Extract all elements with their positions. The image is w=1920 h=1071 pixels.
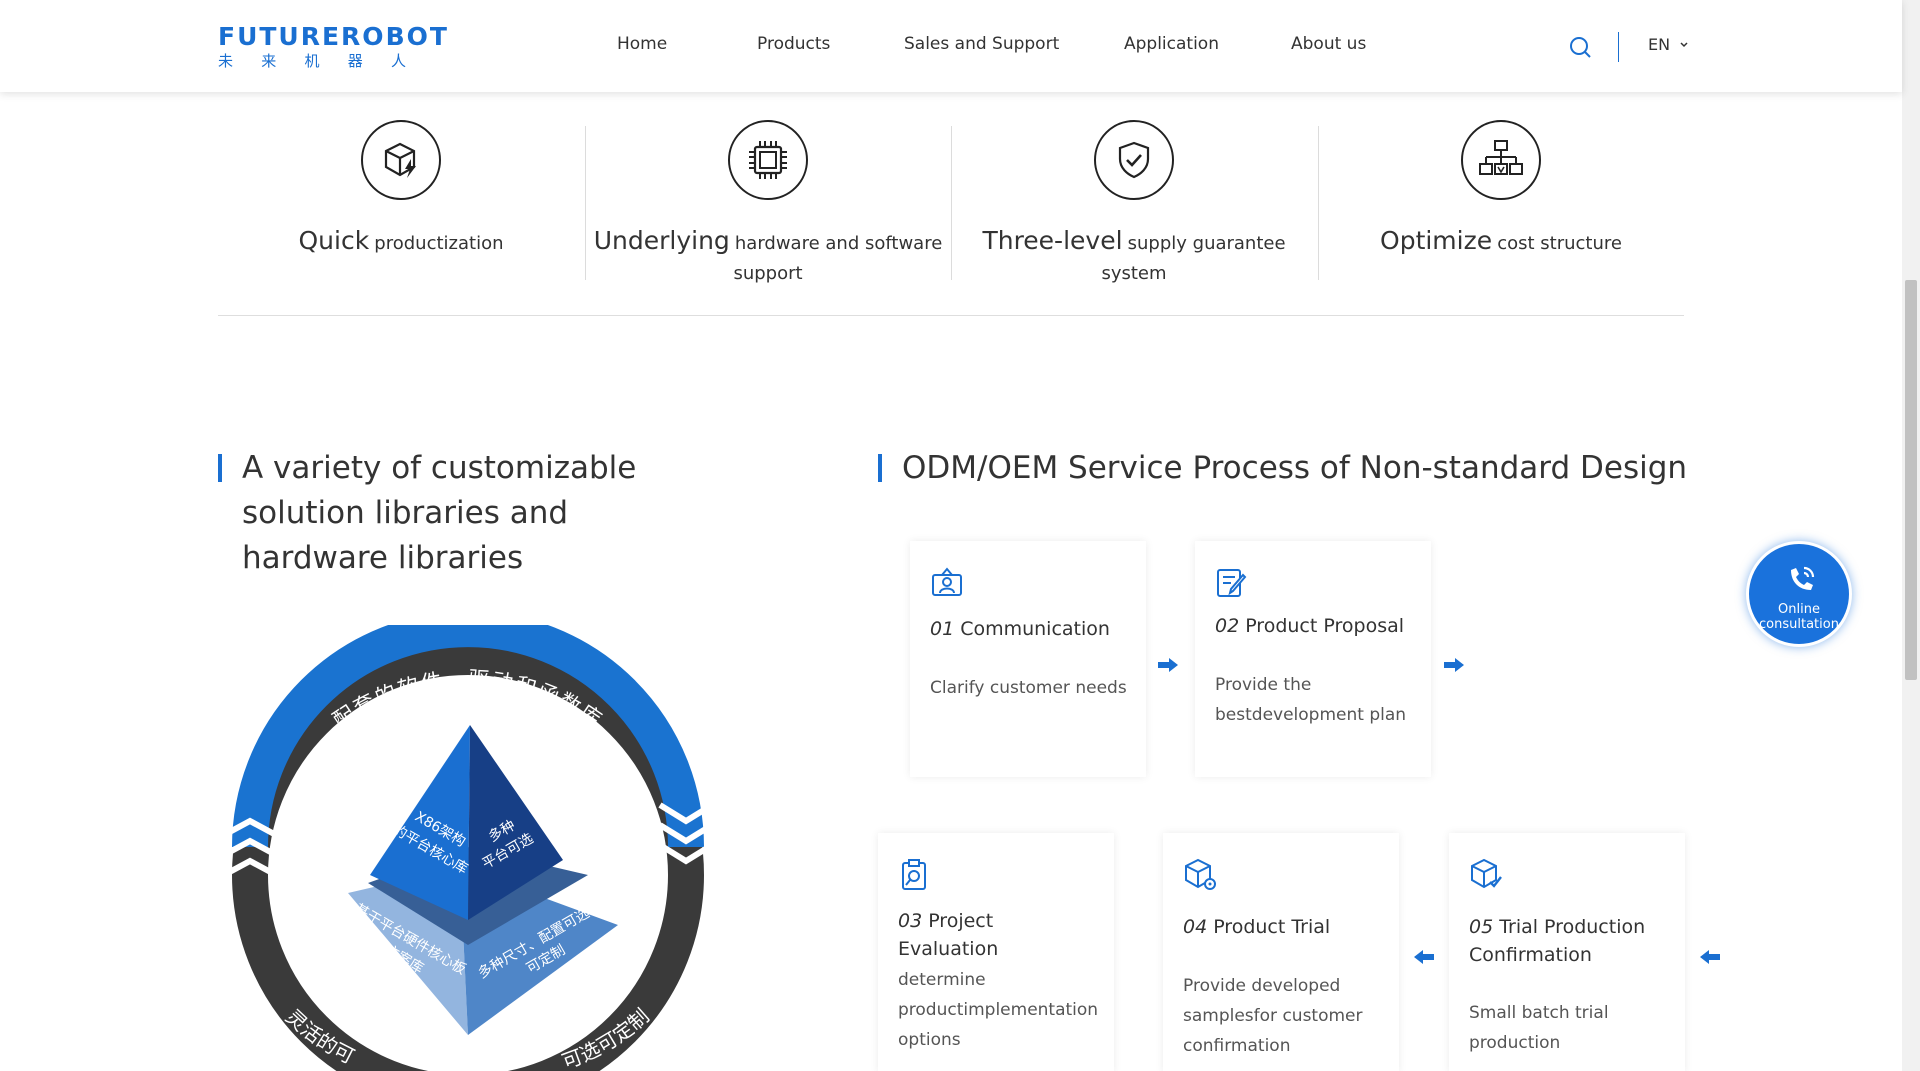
shield-check-icon [1094, 120, 1174, 200]
step-number: 02 [1215, 615, 1240, 637]
consult-label-line2: consultation [1759, 617, 1839, 632]
logo-cn-char: 未 [218, 52, 234, 70]
step-desc: Clarify customer needs [930, 678, 1127, 698]
arrow-right-icon [1158, 658, 1178, 672]
solution-library-diagram: 配套的软件、驱动和函数库 灵活的可 可选可定制 X86架构 的平台核心库 多种 … [222, 625, 714, 1071]
feature-item: Quick productization [218, 120, 584, 259]
step-desc: Provide the bestdevelopment plan [1215, 675, 1407, 725]
feature-subtitle: supply guarantee system [1101, 233, 1286, 284]
site-header: FUTUREROBOT 未 来 机 器 人 Home Products Sale… [0, 0, 1902, 92]
step-number: 03 [898, 910, 923, 932]
arrow-right-icon [1444, 658, 1464, 672]
chevron-down-icon [1680, 42, 1688, 48]
process-step-card: 05 Trial Production Confirmation Small ba… [1449, 833, 1685, 1071]
feature-subtitle: cost structure [1497, 233, 1622, 254]
nav-products[interactable]: Products [757, 34, 830, 54]
arrow-left-icon [1700, 950, 1720, 964]
online-consultation-button[interactable]: Online consultation [1746, 541, 1852, 647]
language-select[interactable]: EN [1648, 35, 1689, 54]
logo-cn: 未 来 机 器 人 [218, 52, 406, 70]
box-gear-icon [1185, 858, 1216, 890]
step-desc: determine productimplementation options [898, 970, 1099, 1050]
box-lightning-icon [361, 120, 441, 200]
nav-about[interactable]: About us [1291, 34, 1366, 54]
consult-label: Online consultation [1749, 602, 1849, 632]
section-divider [218, 315, 1684, 316]
feature-title: Three-level [982, 226, 1123, 255]
step-title: 03 Project Evaluation [898, 907, 1098, 963]
feature-item: Underlying hardware and software support [585, 120, 951, 289]
nav-sales-support[interactable]: Sales and Support [904, 34, 1059, 54]
person-card-icon [932, 567, 962, 596]
step-title: 01 Communication [930, 615, 1130, 643]
logo-cn-char: 器 [347, 52, 363, 70]
scrollbar-thumb[interactable] [1905, 280, 1917, 680]
step-title-text: Product Trial [1213, 916, 1331, 938]
step-number: 04 [1183, 916, 1208, 938]
feature-subtitle: productization [374, 233, 504, 254]
feature-title: Quick [298, 226, 370, 255]
step-title: 05 Trial Production Confirmation [1469, 913, 1669, 969]
feature-title: Optimize [1380, 226, 1493, 255]
logo-cn-char: 机 [304, 52, 320, 70]
nav-divider [1618, 32, 1619, 62]
section-title-libraries: A variety of customizable solution libra… [218, 446, 718, 581]
phone-icon [1791, 566, 1815, 590]
consult-label-line1: Online [1778, 602, 1820, 617]
step-desc: Provide developed samplesfor customer co… [1183, 976, 1363, 1056]
feature-item: Optimize cost structure [1318, 120, 1684, 259]
feature-subtitle: hardware and software support [733, 233, 943, 284]
step-title-text: Trial Production Confirmation [1469, 916, 1646, 966]
nav-home[interactable]: Home [617, 34, 667, 54]
edit-document-icon [1217, 569, 1247, 597]
logo-cn-char: 来 [261, 52, 277, 70]
process-step-card: 04 Product Trial Provide developed sample… [1163, 833, 1399, 1071]
logo[interactable]: FUTUREROBOT 未 来 机 器 人 [218, 22, 449, 71]
hierarchy-icon [1461, 120, 1541, 200]
clipboard-search-icon [902, 859, 926, 890]
chip-icon [728, 120, 808, 200]
step-desc: Small batch trial production [1469, 1003, 1609, 1053]
process-step-card: 02 Product Proposal Provide the bestdevel… [1195, 541, 1431, 777]
step-title: 02 Product Proposal [1215, 612, 1415, 640]
feature-item: Three-level supply guarantee system [951, 120, 1317, 289]
step-title-text: Communication [960, 618, 1110, 640]
arrow-left-icon [1414, 950, 1434, 964]
process-step-card: 03 Project Evaluation determine productim… [878, 833, 1114, 1071]
step-title: 04 Product Trial [1183, 913, 1383, 941]
process-step-card: 01 Communication Clarify customer needs [910, 541, 1146, 777]
step-number: 01 [930, 618, 955, 640]
box-check-icon [1471, 858, 1502, 889]
step-number: 05 [1469, 916, 1494, 938]
step-title-text: Product Proposal [1245, 615, 1405, 637]
language-label: EN [1648, 35, 1671, 54]
logo-text: FUTUREROBOT [218, 22, 449, 51]
nav-application[interactable]: Application [1124, 34, 1219, 54]
feature-title: Underlying [593, 226, 730, 255]
section-title-odm-process: ODM/OEM Service Process of Non-standard … [878, 446, 1698, 491]
search-icon[interactable] [1568, 35, 1592, 59]
page: FUTUREROBOT 未 来 机 器 人 Home Products Sale… [0, 0, 1920, 1071]
logo-cn-char: 人 [390, 52, 406, 70]
